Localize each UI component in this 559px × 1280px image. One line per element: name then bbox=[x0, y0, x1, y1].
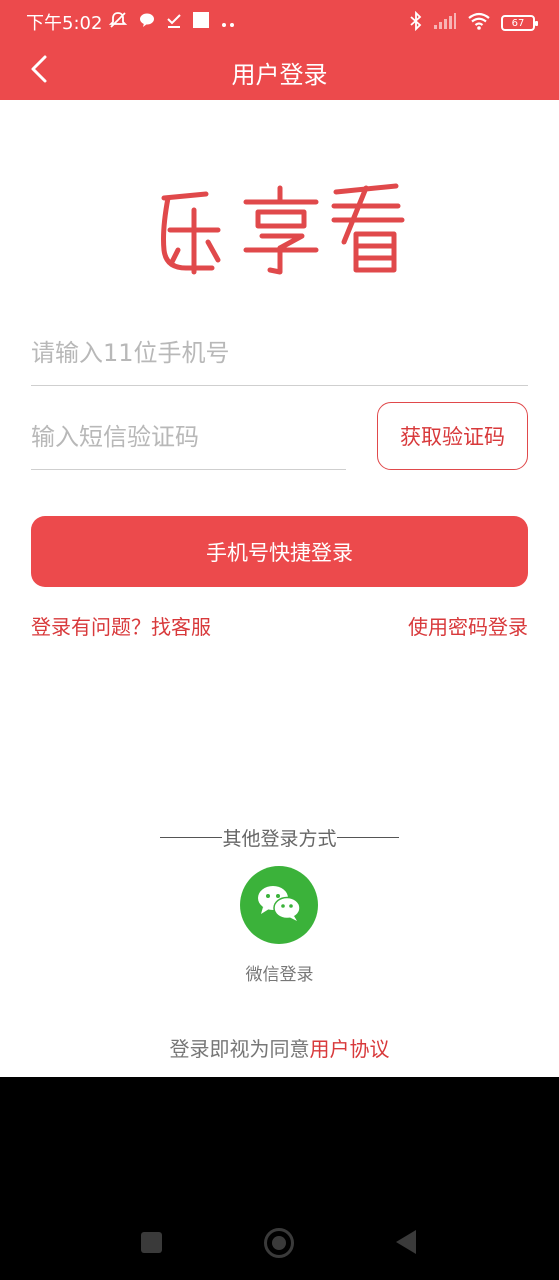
status-left-icons bbox=[108, 10, 236, 34]
divider-line-right bbox=[336, 837, 399, 838]
phone-field[interactable] bbox=[31, 320, 528, 386]
check-icon bbox=[166, 12, 182, 32]
page-title: 用户登录 bbox=[231, 61, 328, 89]
wechat-icon bbox=[255, 883, 303, 927]
wechat-login-label: 微信登录 bbox=[245, 965, 314, 985]
divider-line-left bbox=[160, 837, 223, 838]
status-right-icons: 67 bbox=[409, 10, 538, 35]
bluetooth-icon bbox=[409, 10, 423, 35]
sms-code-input[interactable] bbox=[31, 404, 346, 469]
battery-level: 67 bbox=[511, 17, 525, 29]
system-nav-bar bbox=[0, 1200, 559, 1280]
signal-icon bbox=[433, 12, 457, 34]
status-bar: 下午5:02 67 bbox=[0, 0, 559, 42]
login-screen: 下午5:02 67 用户登录 请输入11位手机号 输入短信验证码 获取验证码 手… bbox=[0, 0, 559, 1077]
system-back-button[interactable] bbox=[396, 1230, 416, 1254]
agreement-text: 登录即视为同意用户协议 bbox=[0, 1033, 559, 1062]
home-button[interactable] bbox=[264, 1228, 294, 1258]
app-bar: 用户登录 bbox=[0, 42, 559, 100]
mute-icon bbox=[108, 10, 128, 34]
user-agreement-link[interactable]: 用户协议 bbox=[310, 1037, 390, 1061]
help-link[interactable]: 登录有问题？找客服 bbox=[31, 611, 211, 640]
sms-code-field[interactable] bbox=[31, 404, 346, 470]
app-logo bbox=[150, 180, 410, 280]
other-login-divider: 其他登录方式 bbox=[0, 824, 559, 851]
get-code-button[interactable]: 获取验证码 bbox=[377, 402, 528, 470]
wechat-login-button[interactable] bbox=[240, 866, 318, 944]
agreement-prefix: 登录即视为同意 bbox=[169, 1037, 310, 1061]
more-dots-icon bbox=[220, 13, 236, 32]
other-login-title: 其他登录方式 bbox=[222, 828, 337, 850]
battery-icon: 67 bbox=[501, 15, 538, 31]
status-time: 下午5:02 bbox=[26, 13, 103, 34]
square-icon bbox=[192, 11, 210, 33]
phone-input[interactable] bbox=[31, 320, 528, 385]
recents-button[interactable] bbox=[141, 1232, 162, 1253]
password-login-link[interactable]: 使用密码登录 bbox=[408, 611, 528, 640]
chat-icon bbox=[138, 11, 156, 33]
phone-login-button[interactable]: 手机号快捷登录 bbox=[31, 516, 528, 587]
wifi-icon bbox=[467, 12, 491, 34]
